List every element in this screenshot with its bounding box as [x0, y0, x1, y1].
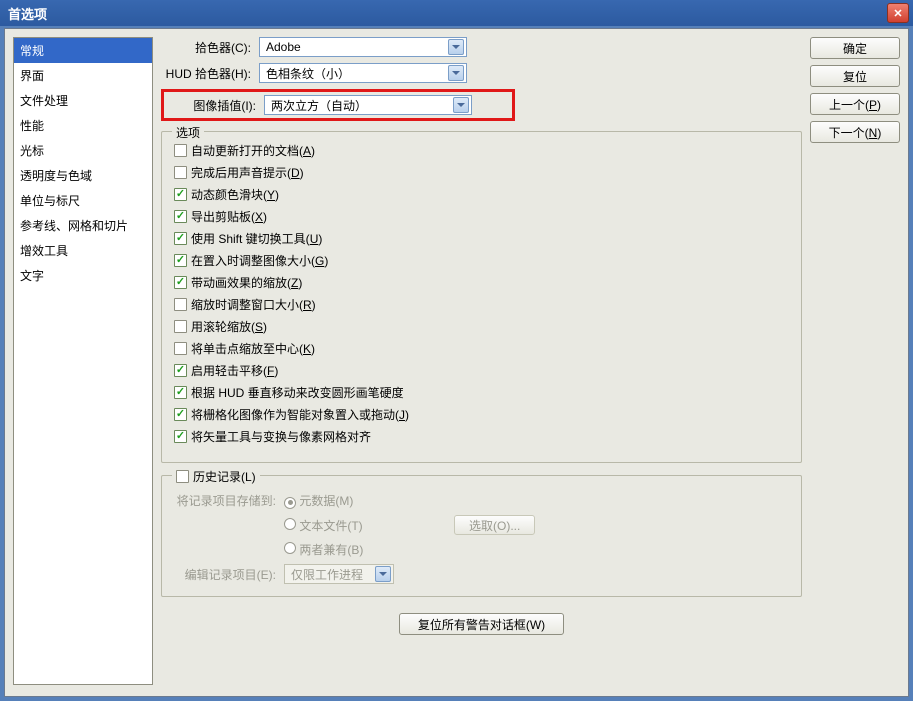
next-button[interactable]: 下一个(N) [810, 121, 900, 143]
option-row: 带动画效果的缩放(Z) [174, 274, 789, 291]
interpolation-highlight: 图像插值(I): 两次立方（自动） [161, 89, 515, 121]
option-label: 启用轻击平移(F) [191, 362, 278, 379]
option-label: 用滚轮缩放(S) [191, 318, 267, 335]
sidebar-item-units[interactable]: 单位与标尺 [14, 188, 152, 213]
option-label: 带动画效果的缩放(Z) [191, 274, 302, 291]
options-fieldset: 选项 自动更新打开的文档(A)完成后用声音提示(D)动态颜色滑块(Y)导出剪贴板… [161, 131, 802, 463]
edit-log-combo[interactable]: 仅限工作进程 [284, 564, 394, 584]
hud-picker-label: HUD 拾色器(H): [161, 65, 251, 82]
option-label: 自动更新打开的文档(A) [191, 142, 315, 159]
option-label: 根据 HUD 垂直移动来改变圆形画笔硬度 [191, 384, 404, 401]
option-checkbox[interactable] [174, 430, 187, 443]
option-label: 在置入时调整图像大小(G) [191, 252, 328, 269]
sidebar-item-guides[interactable]: 参考线、网格和切片 [14, 213, 152, 238]
radio-metadata[interactable] [284, 497, 296, 509]
option-checkbox[interactable] [174, 166, 187, 179]
option-label: 将单击点缩放至中心(K) [191, 340, 315, 357]
main-area: 拾色器(C): Adobe HUD 拾色器(H): 色相条纹（小） 图像插 [161, 37, 802, 688]
option-label: 动态颜色滑块(Y) [191, 186, 279, 203]
option-checkbox[interactable] [174, 144, 187, 157]
option-label: 使用 Shift 键切换工具(U) [191, 230, 322, 247]
option-checkbox[interactable] [174, 298, 187, 311]
option-row: 导出剪贴板(X) [174, 208, 789, 225]
picker-rows: 拾色器(C): Adobe HUD 拾色器(H): 色相条纹（小） 图像插 [161, 37, 802, 127]
option-row: 使用 Shift 键切换工具(U) [174, 230, 789, 247]
button-column: 确定 复位 上一个(P) 下一个(N) [810, 37, 900, 688]
sidebar-item-performance[interactable]: 性能 [14, 113, 152, 138]
history-checkbox[interactable] [176, 470, 189, 483]
reset-warnings-button[interactable]: 复位所有警告对话框(W) [399, 613, 564, 635]
option-row: 将栅格化图像作为智能对象置入或拖动(J) [174, 406, 789, 423]
chevron-down-icon [375, 566, 391, 582]
history-legend: 历史记录(L) [172, 468, 260, 485]
edit-log-label: 编辑记录项目(E): [174, 566, 284, 583]
sidebar-item-plugins[interactable]: 增效工具 [14, 238, 152, 263]
radio-both[interactable] [284, 542, 296, 554]
sidebar-item-interface[interactable]: 界面 [14, 63, 152, 88]
choose-button[interactable]: 选取(O)... [454, 515, 535, 535]
chevron-down-icon [448, 39, 464, 55]
option-row: 在置入时调整图像大小(G) [174, 252, 789, 269]
sidebar-item-type[interactable]: 文字 [14, 263, 152, 288]
option-label: 将矢量工具与变换与像素网格对齐 [191, 428, 371, 445]
sidebar-item-transparency[interactable]: 透明度与色域 [14, 163, 152, 188]
option-row: 将单击点缩放至中心(K) [174, 340, 789, 357]
option-label: 将栅格化图像作为智能对象置入或拖动(J) [191, 406, 409, 423]
options-legend: 选项 [172, 124, 204, 141]
option-row: 将矢量工具与变换与像素网格对齐 [174, 428, 789, 445]
option-label: 完成后用声音提示(D) [191, 164, 304, 181]
ok-button[interactable]: 确定 [810, 37, 900, 59]
option-row: 启用轻击平移(F) [174, 362, 789, 379]
option-checkbox[interactable] [174, 276, 187, 289]
history-fieldset: 历史记录(L) 将记录项目存储到: 元数据(M) 文本文件(T) 选取(O)..… [161, 475, 802, 597]
save-to-label: 将记录项目存储到: [174, 492, 284, 509]
option-row: 自动更新打开的文档(A) [174, 142, 789, 159]
option-row: 动态颜色滑块(Y) [174, 186, 789, 203]
window-title: 首选项 [8, 4, 887, 23]
option-checkbox[interactable] [174, 320, 187, 333]
prev-button[interactable]: 上一个(P) [810, 93, 900, 115]
client-area: 常规 界面 文件处理 性能 光标 透明度与色域 单位与标尺 参考线、网格和切片 … [4, 28, 909, 697]
option-label: 缩放时调整窗口大小(R) [191, 296, 316, 313]
option-checkbox[interactable] [174, 210, 187, 223]
close-button[interactable]: ✕ [887, 3, 909, 23]
color-picker-combo[interactable]: Adobe [259, 37, 467, 57]
option-checkbox[interactable] [174, 342, 187, 355]
option-checkbox[interactable] [174, 188, 187, 201]
interpolation-label: 图像插值(I): [166, 97, 256, 114]
category-sidebar: 常规 界面 文件处理 性能 光标 透明度与色域 单位与标尺 参考线、网格和切片 … [13, 37, 153, 685]
option-checkbox[interactable] [174, 386, 187, 399]
chevron-down-icon [453, 97, 469, 113]
option-checkbox[interactable] [174, 232, 187, 245]
option-row: 用滚轮缩放(S) [174, 318, 789, 335]
sidebar-item-general[interactable]: 常规 [14, 38, 152, 63]
radio-textfile[interactable] [284, 518, 296, 530]
chevron-down-icon [448, 65, 464, 81]
sidebar-item-cursors[interactable]: 光标 [14, 138, 152, 163]
option-label: 导出剪贴板(X) [191, 208, 267, 225]
hud-picker-combo[interactable]: 色相条纹（小） [259, 63, 467, 83]
option-row: 缩放时调整窗口大小(R) [174, 296, 789, 313]
option-checkbox[interactable] [174, 408, 187, 421]
option-row: 完成后用声音提示(D) [174, 164, 789, 181]
cancel-button[interactable]: 复位 [810, 65, 900, 87]
color-picker-label: 拾色器(C): [161, 39, 251, 56]
preferences-dialog: 首选项 ✕ 常规 界面 文件处理 性能 光标 透明度与色域 单位与标尺 参考线、… [0, 0, 913, 701]
interpolation-combo[interactable]: 两次立方（自动） [264, 95, 472, 115]
option-row: 根据 HUD 垂直移动来改变圆形画笔硬度 [174, 384, 789, 401]
sidebar-item-file-handling[interactable]: 文件处理 [14, 88, 152, 113]
option-checkbox[interactable] [174, 254, 187, 267]
titlebar: 首选项 ✕ [0, 0, 913, 26]
option-checkbox[interactable] [174, 364, 187, 377]
